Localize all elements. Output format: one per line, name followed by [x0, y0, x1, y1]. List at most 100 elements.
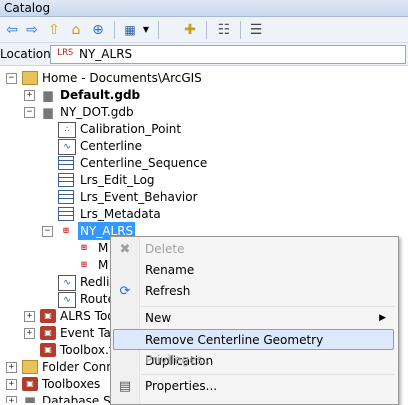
line-feature-class-icon: ∿ — [58, 292, 76, 308]
tree-node-lrs-event-behavior[interactable]: Lrs_Event_Behavior — [0, 188, 400, 206]
collapse-icon[interactable]: − — [6, 73, 17, 84]
catalog-toolbar: ⇦ ⇨ ⇧ ⌂ ⊕ ▦ ▼ ✚ ☷ ☰ — [0, 17, 408, 43]
location-label: Location: — [0, 47, 55, 61]
menu-item-delete[interactable]: ✖ Delete — [113, 239, 394, 260]
menu-label: Privileges... — [145, 353, 215, 367]
up-one-level-icon[interactable]: ⇧ — [44, 20, 64, 40]
tree-label: Calibration_Point — [80, 122, 182, 136]
tree-label: Toolbox.t — [60, 343, 114, 357]
tree-label: Database S — [42, 394, 110, 403]
tree-node-calibration-point[interactable]: ∴ Calibration_Point — [0, 120, 400, 138]
tree-label: Centerline — [80, 139, 143, 153]
toolbox-icon: ▣ — [40, 343, 56, 357]
menu-label: Properties... — [145, 379, 218, 393]
table-icon — [58, 173, 74, 187]
forward-icon[interactable]: ⇨ — [22, 20, 42, 40]
menu-label: Refresh — [145, 284, 191, 298]
expand-icon[interactable]: + — [24, 328, 35, 339]
tree-node-centerline[interactable]: ∿ Centerline — [0, 137, 400, 155]
line-feature-class-icon: ∿ — [58, 275, 76, 291]
menu-item-rename[interactable]: Rename — [113, 260, 394, 281]
menu-separator — [141, 374, 395, 375]
expand-icon[interactable]: + — [6, 362, 17, 373]
tree-node-database-servers[interactable]: + ▆ Database S — [0, 392, 110, 403]
expand-icon[interactable]: + — [24, 90, 35, 101]
toolbox-icon: ▣ — [22, 377, 38, 391]
toolbar-separator — [240, 21, 241, 39]
tree-node-lrs-metadata[interactable]: Lrs_Metadata — [0, 205, 400, 223]
toolbox-icon: ▣ — [40, 326, 56, 340]
tree-label: Folder Conn — [42, 360, 114, 374]
lrs-icon: LRS — [57, 48, 74, 58]
menu-item-privileges[interactable]: Privileges... — [113, 350, 394, 371]
line-feature-class-icon: ∿ — [58, 139, 76, 155]
context-menu: ✖ Delete Rename ⟳ Refresh New ▶ Remove C… — [110, 236, 399, 405]
tree-node-event-table[interactable]: + ▣ Event Tab — [0, 324, 119, 342]
tree-node-default-gdb[interactable]: + ▆ Default.gdb — [0, 86, 400, 104]
tree-node-lrs-network-2[interactable]: ⊞ M — [0, 256, 110, 274]
lrs-icon: ⊞ — [63, 226, 69, 236]
toolbar-separator — [114, 21, 115, 39]
tree-label: Centerline_Sequence — [80, 156, 208, 170]
submenu-arrow-icon: ▶ — [379, 313, 386, 323]
location-bar: Location: LRS NY_ALRS — [0, 43, 408, 66]
refresh-icon: ⟳ — [119, 284, 131, 299]
expand-icon[interactable]: + — [24, 311, 35, 322]
table-icon — [58, 190, 74, 204]
back-icon[interactable]: ⇦ — [2, 20, 22, 40]
menu-item-properties[interactable]: ▤ Properties... — [113, 376, 394, 397]
lrs-network-icon: ⊞ — [81, 243, 87, 253]
tree-node-lrs-network-1[interactable]: ⊞ M — [0, 239, 110, 257]
home-icon[interactable]: ⌂ — [66, 20, 86, 40]
tree-node-folder-connections[interactable]: + Folder Conn — [0, 358, 114, 376]
connect-folder-icon[interactable]: ⊕ — [88, 20, 108, 40]
expand-icon[interactable]: + — [6, 396, 17, 403]
menu-item-remove-centerline-geometry-duplication[interactable]: Remove Centerline Geometry Duplication — [113, 329, 394, 368]
database-icon: ▆ — [25, 394, 35, 403]
tree-label: Home - Documents\ArcGIS — [42, 71, 202, 85]
tree-node-route[interactable]: ∿ Route — [0, 290, 115, 308]
menu-label: Delete — [145, 242, 185, 256]
window-title: Catalog — [4, 1, 51, 15]
menu-item-new[interactable]: New ▶ — [113, 308, 394, 329]
tree-node-redline[interactable]: ∿ Redlin — [0, 273, 117, 291]
tree-label: Default.gdb — [60, 88, 141, 102]
toolbar-separator — [206, 21, 207, 39]
tree-label: M — [98, 258, 109, 272]
menu-label: New — [145, 311, 172, 325]
expand-icon[interactable]: + — [6, 379, 17, 390]
location-input[interactable]: LRS NY_ALRS — [50, 45, 406, 64]
tree-node-centerline-sequence[interactable]: Centerline_Sequence — [0, 154, 400, 172]
properties-icon: ▤ — [118, 379, 132, 394]
collapse-icon[interactable]: − — [24, 107, 35, 118]
delete-icon: ✖ — [119, 242, 131, 257]
tree-label: Toolboxes — [42, 377, 101, 391]
tree-node-alrs-tools[interactable]: + ▣ ALRS Too — [0, 307, 115, 325]
toolbox-icon: ▣ — [40, 309, 56, 323]
new-folder-icon[interactable]: ✚ — [180, 20, 200, 40]
tree-node-ny-dot-gdb[interactable]: − ▆ NY_DOT.gdb — [0, 103, 400, 121]
tree-node-home[interactable]: − Home - Documents\ArcGIS — [0, 69, 400, 87]
folder-icon — [22, 360, 38, 374]
location-value: NY_ALRS — [79, 47, 133, 61]
home-folder-icon — [22, 71, 38, 85]
menu-separator — [141, 306, 395, 307]
dropdown-arrow-icon[interactable]: ▼ — [136, 20, 156, 40]
lrs-network-icon: ⊞ — [81, 260, 87, 270]
tree-label: Lrs_Edit_Log — [80, 173, 155, 187]
table-icon — [58, 207, 74, 221]
table-icon — [58, 156, 74, 170]
tree-label: ALRS Too — [60, 309, 115, 323]
collapse-icon[interactable]: − — [42, 226, 53, 237]
catalog-title-bar: Catalog — [0, 0, 408, 17]
tree-label: NY_DOT.gdb — [60, 105, 134, 119]
tree-node-lrs-edit-log[interactable]: Lrs_Edit_Log — [0, 171, 400, 189]
database-icon: ▆ — [43, 105, 53, 119]
options-icon[interactable]: ☰ — [246, 20, 266, 40]
tree-node-toolbox[interactable]: ▣ Toolbox.t — [0, 341, 114, 359]
toggle-tree-icon[interactable]: ☷ — [214, 20, 234, 40]
tree-node-toolboxes[interactable]: + ▣ Toolboxes — [0, 375, 110, 393]
tree-label: Lrs_Metadata — [80, 207, 161, 221]
menu-label: Rename — [145, 263, 195, 277]
menu-item-refresh[interactable]: ⟳ Refresh — [113, 281, 394, 302]
